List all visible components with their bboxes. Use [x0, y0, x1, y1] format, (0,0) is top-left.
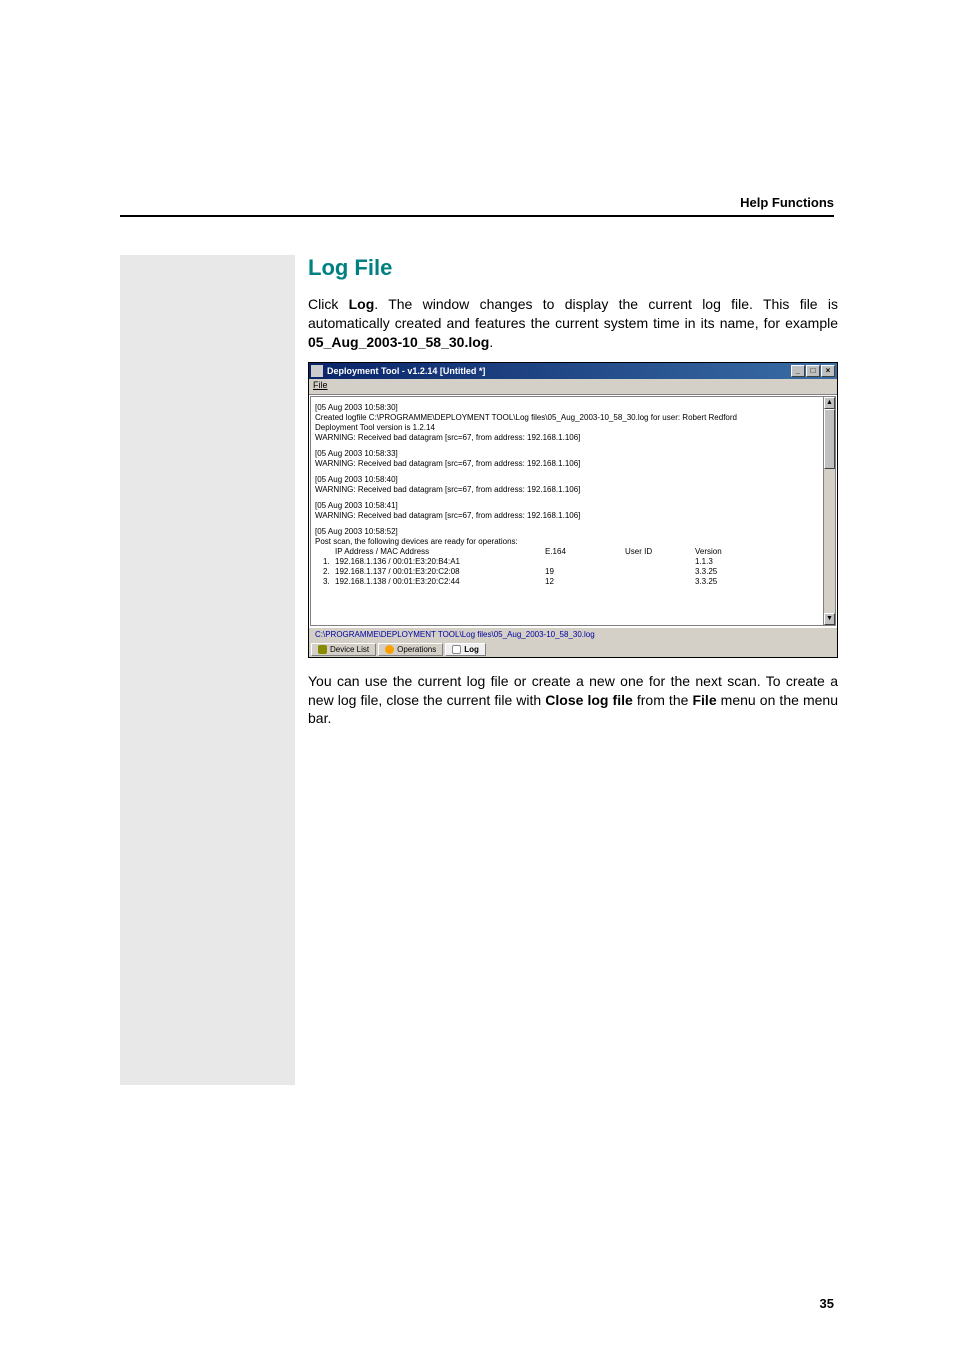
log-entries: [05 Aug 2003 10:58:30]Created logfile C:…	[315, 403, 831, 521]
scrollbar[interactable]: ▲ ▼	[823, 397, 835, 625]
log-entry: [05 Aug 2003 10:58:40]WARNING: Received …	[315, 475, 831, 495]
log-timestamp: [05 Aug 2003 10:58:30]	[315, 403, 831, 413]
tab-log[interactable]: Log	[445, 643, 486, 656]
window-buttons: _ □ ×	[791, 365, 835, 377]
cell: 192.168.1.138 / 00:01:E3:20:C2:44	[335, 577, 545, 587]
menubar: File	[309, 379, 837, 395]
cell: 1.	[315, 557, 335, 567]
intro-end: .	[489, 334, 493, 350]
cell: 12	[545, 577, 625, 587]
col-addr: IP Address / MAC Address	[335, 547, 545, 557]
log-line: Created logfile C:\PROGRAMME\DEPLOYMENT …	[315, 413, 831, 423]
tabbar: Device List Operations Log	[309, 641, 837, 657]
cell: 3.	[315, 577, 335, 587]
table-row: 1.192.168.1.136 / 00:01:E3:20:B4:A1 1.1.3	[315, 557, 831, 567]
app-icon	[311, 365, 323, 377]
scan-header-row: IP Address / MAC Address E.164 User ID V…	[315, 547, 831, 557]
log-line: WARNING: Received bad datagram [src=67, …	[315, 485, 831, 495]
log-path: C:\PROGRAMME\DEPLOYMENT TOOL\Log files\0…	[309, 627, 837, 641]
close-button[interactable]: ×	[821, 365, 835, 377]
intro-mid: . The window changes to display the curr…	[308, 296, 838, 331]
maximize-button[interactable]: □	[806, 365, 820, 377]
table-row: 2.192.168.1.137 / 00:01:E3:20:C2:0819 3.3…	[315, 567, 831, 577]
window-title: Deployment Tool - v1.2.14 [Untitled *]	[327, 366, 791, 376]
titlebar: Deployment Tool - v1.2.14 [Untitled *] _…	[309, 363, 837, 379]
col-num	[315, 547, 335, 557]
log-line: Deployment Tool version is 1.2.14	[315, 423, 831, 433]
app-window: Deployment Tool - v1.2.14 [Untitled *] _…	[308, 362, 838, 658]
col-e164: E.164	[545, 547, 625, 557]
header-rule	[120, 215, 834, 217]
log-entry: [05 Aug 2003 10:58:41]WARNING: Received …	[315, 501, 831, 521]
outro-bold-close: Close log file	[545, 692, 633, 708]
content: Log File Click Log. The window changes t…	[308, 255, 838, 738]
log-line: WARNING: Received bad datagram [src=67, …	[315, 433, 831, 443]
cell: 192.168.1.137 / 00:01:E3:20:C2:08	[335, 567, 545, 577]
tab-log-label: Log	[464, 645, 479, 654]
cell	[625, 557, 695, 567]
log-area: [05 Aug 2003 10:58:30]Created logfile C:…	[310, 396, 836, 626]
tab-operations[interactable]: Operations	[378, 643, 443, 656]
intro-pre: Click	[308, 296, 349, 312]
cell: 192.168.1.136 / 00:01:E3:20:B4:A1	[335, 557, 545, 567]
log-entry: [05 Aug 2003 10:58:30]Created logfile C:…	[315, 403, 831, 443]
cell	[625, 577, 695, 587]
operations-icon	[385, 645, 394, 654]
menu-file[interactable]: File	[313, 380, 328, 390]
page-header: Help Functions	[740, 195, 834, 210]
table-row: 3.192.168.1.138 / 00:01:E3:20:C2:4412 3.3…	[315, 577, 831, 587]
cell: 19	[545, 567, 625, 577]
outro-mid: from the	[633, 692, 693, 708]
log-line: WARNING: Received bad datagram [src=67, …	[315, 511, 831, 521]
scan-rows: 1.192.168.1.136 / 00:01:E3:20:B4:A1 1.1.3…	[315, 557, 831, 587]
cell: 1.1.3	[695, 557, 755, 567]
scroll-down-button[interactable]: ▼	[824, 613, 835, 625]
scroll-thumb[interactable]	[824, 409, 835, 469]
intro-paragraph: Click Log. The window changes to display…	[308, 295, 838, 352]
scroll-up-button[interactable]: ▲	[824, 397, 835, 409]
outro-paragraph: You can use the current log file or crea…	[308, 672, 838, 729]
intro-bold-filename: 05_Aug_2003-10_58_30.log	[308, 334, 489, 350]
log-line: WARNING: Received bad datagram [src=67, …	[315, 459, 831, 469]
tab-operations-label: Operations	[397, 645, 436, 654]
scan-timestamp: [05 Aug 2003 10:58:52]	[315, 527, 831, 537]
cell	[545, 557, 625, 567]
log-timestamp: [05 Aug 2003 10:58:41]	[315, 501, 831, 511]
page-number: 35	[820, 1296, 834, 1311]
cell: 3.3.25	[695, 577, 755, 587]
device-list-icon	[318, 645, 327, 654]
col-uid: User ID	[625, 547, 695, 557]
log-icon	[452, 645, 461, 654]
left-gutter	[120, 255, 295, 1085]
log-timestamp: [05 Aug 2003 10:58:40]	[315, 475, 831, 485]
section-title: Log File	[308, 255, 838, 281]
col-ver: Version	[695, 547, 755, 557]
tab-device-list[interactable]: Device List	[311, 643, 376, 656]
log-entry: [05 Aug 2003 10:58:33]WARNING: Received …	[315, 449, 831, 469]
scan-heading: Post scan, the following devices are rea…	[315, 537, 831, 547]
tab-device-list-label: Device List	[330, 645, 369, 654]
intro-bold-log: Log	[349, 296, 375, 312]
minimize-button[interactable]: _	[791, 365, 805, 377]
outro-bold-file: File	[692, 692, 716, 708]
scan-block: [05 Aug 2003 10:58:52] Post scan, the fo…	[315, 527, 831, 587]
cell: 3.3.25	[695, 567, 755, 577]
cell	[625, 567, 695, 577]
log-timestamp: [05 Aug 2003 10:58:33]	[315, 449, 831, 459]
cell: 2.	[315, 567, 335, 577]
